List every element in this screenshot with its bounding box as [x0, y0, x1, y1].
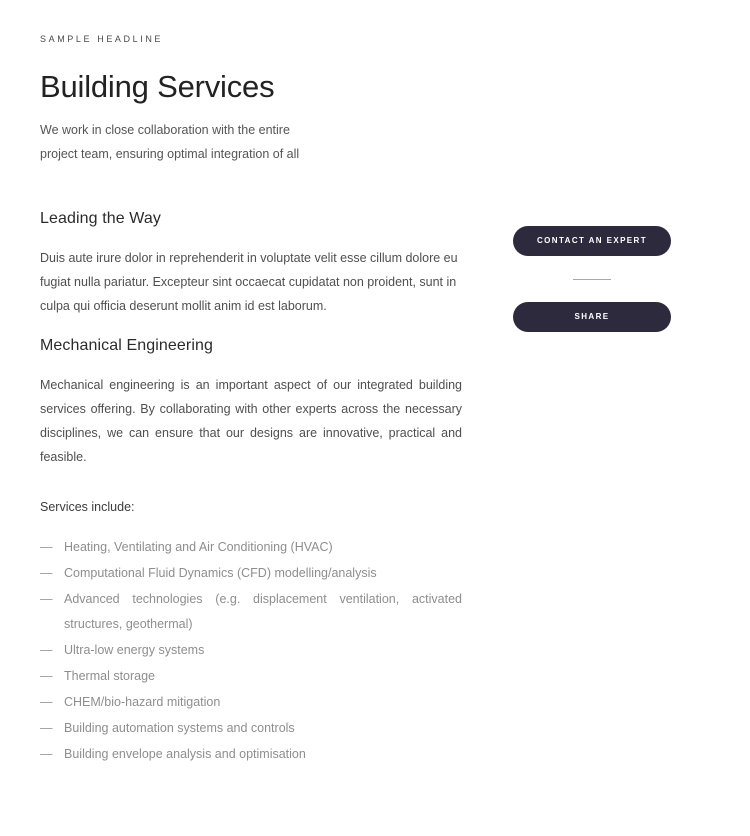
- list-item: — Computational Fluid Dynamics (CFD) mod…: [40, 561, 462, 586]
- page-title: Building Services: [40, 69, 275, 104]
- main-content-column: SAMPLE HEADLINE Building Services We wor…: [40, 32, 462, 761]
- list-item-label: Heating, Ventilating and Air Conditionin…: [64, 540, 333, 554]
- list-item: — Building envelope analysis and optimis…: [40, 742, 462, 767]
- share-button[interactable]: Share: [513, 302, 671, 332]
- list-item: — Heating, Ventilating and Air Condition…: [40, 535, 462, 560]
- list-item-label: Computational Fluid Dynamics (CFD) model…: [64, 566, 377, 580]
- dash-marker-icon: —: [40, 721, 53, 735]
- dash-marker-icon: —: [40, 747, 53, 761]
- list-item: — Building automation systems and contro…: [40, 716, 462, 741]
- services-list: — Heating, Ventilating and Air Condition…: [40, 535, 462, 767]
- dash-marker-icon: —: [40, 695, 53, 709]
- list-item-label: Thermal storage: [64, 669, 156, 683]
- dash-marker-icon: —: [40, 643, 53, 657]
- dash-marker-icon: —: [40, 592, 53, 606]
- list-item-label: Advanced technologies (e.g. displacement…: [64, 592, 462, 631]
- action-divider: [573, 279, 611, 280]
- section-body-mechanical-engineering: Mechanical engineering is an important a…: [40, 378, 462, 464]
- section-body-leading-the-way: Duis aute irure dolor in reprehenderit i…: [40, 251, 458, 313]
- list-item: — Ultra-low energy systems: [40, 638, 462, 663]
- dash-marker-icon: —: [40, 540, 53, 554]
- list-item-label: Ultra-low energy systems: [64, 643, 205, 657]
- section-heading-mechanical-engineering: Mechanical Engineering: [40, 337, 213, 354]
- intro-paragraph: We work in close collaboration with the …: [40, 123, 300, 161]
- list-item-label: Building envelope analysis and optimisat…: [64, 747, 306, 761]
- section-mechanical-engineering: Mechanical Engineering Mechanical engine…: [40, 335, 462, 768]
- dash-marker-icon: —: [40, 669, 53, 683]
- list-item: — CHEM/bio-hazard mitigation: [40, 690, 462, 715]
- services-include-label: Services include:: [40, 500, 135, 514]
- list-item-label: Building automation systems and controls: [64, 721, 295, 735]
- eyebrow-label: SAMPLE HEADLINE: [40, 34, 164, 44]
- section-heading-leading-the-way: Leading the Way: [40, 210, 161, 227]
- list-item: — Advanced technologies (e.g. displaceme…: [40, 587, 462, 637]
- page-root: SAMPLE HEADLINE Building Services We wor…: [0, 0, 750, 836]
- section-leading-the-way: Leading the Way Duis aute irure dolor in…: [40, 208, 462, 318]
- dash-marker-icon: —: [40, 566, 53, 580]
- action-column: Contact an Expert Share: [513, 226, 671, 332]
- list-item-label: CHEM/bio-hazard mitigation: [64, 695, 221, 709]
- list-item: — Thermal storage: [40, 664, 462, 689]
- contact-an-expert-button[interactable]: Contact an Expert: [513, 226, 671, 256]
